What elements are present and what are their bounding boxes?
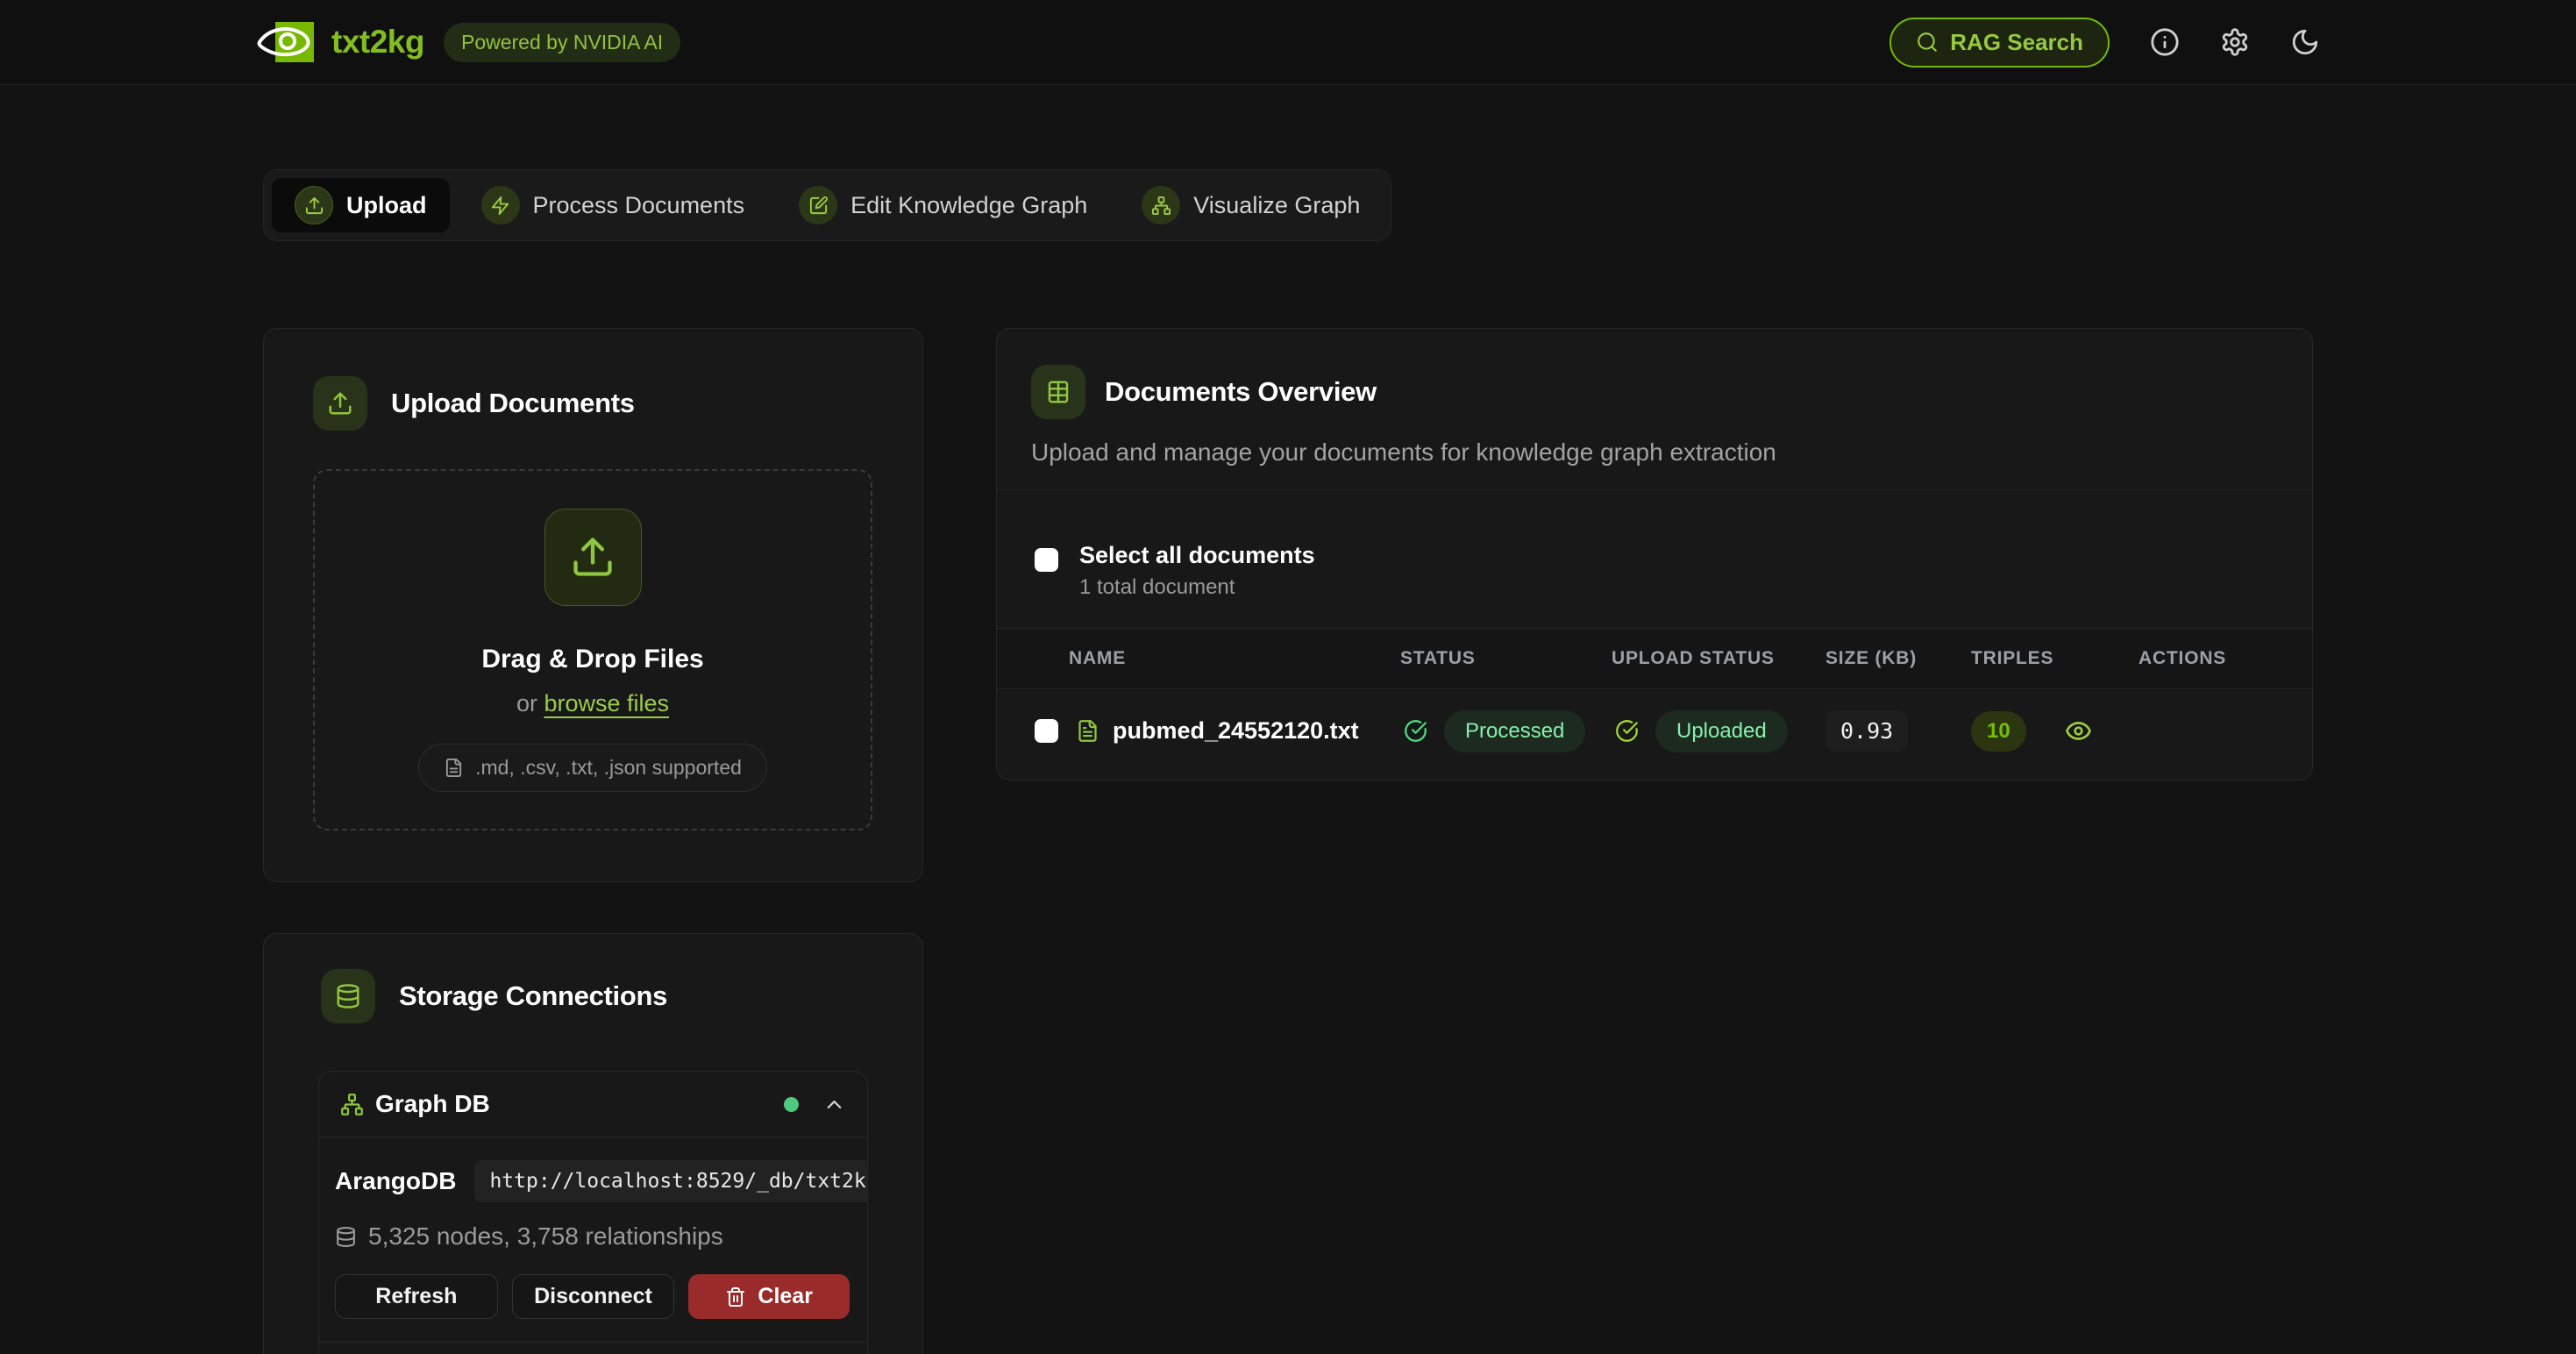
documents-card-subtitle: Upload and manage your documents for kno… bbox=[1031, 438, 2277, 467]
graph-db-details: ArangoDB http://localhost:8529/_db/txt2k… bbox=[319, 1137, 867, 1342]
graph-db-url: http://localhost:8529/_db/txt2kg bbox=[474, 1160, 868, 1202]
status-badge: Processed bbox=[1444, 710, 1585, 752]
column-name: NAME bbox=[1032, 648, 1400, 669]
graph-db-status-dot bbox=[784, 1097, 799, 1112]
storage-connections-card: Storage Connections Graph DB bbox=[263, 933, 923, 1354]
graph-db-stats-text: 5,325 nodes, 3,758 relationships bbox=[368, 1222, 723, 1251]
gear-icon bbox=[2220, 27, 2250, 57]
upload-status-badge: Uploaded bbox=[1655, 710, 1788, 752]
refresh-label: Refresh bbox=[375, 1284, 457, 1309]
select-all-checkbox[interactable] bbox=[1035, 548, 1058, 572]
tab-process-documents[interactable]: Process Documents bbox=[459, 178, 768, 232]
graph-db-provider: ArangoDB bbox=[335, 1167, 456, 1195]
rag-search-label: RAG Search bbox=[1950, 29, 2083, 56]
size-value: 0.93 bbox=[1825, 710, 1908, 752]
database-icon bbox=[335, 1226, 357, 1248]
db-connections-panel: Graph DB ArangoDB http://localhost:8529/… bbox=[318, 1071, 868, 1354]
info-icon bbox=[2150, 27, 2180, 57]
table-row: pubmed_24552120.txt Processed Uploaded 0… bbox=[997, 689, 2312, 773]
column-triples: TRIPLES bbox=[1971, 648, 2138, 669]
check-circle-icon bbox=[1404, 719, 1427, 743]
trash-icon bbox=[725, 1286, 746, 1308]
file-dropzone[interactable]: Drag & Drop Files or browse files .md, .… bbox=[313, 469, 872, 830]
clear-button[interactable]: Clear bbox=[688, 1274, 850, 1319]
dropzone-title: Drag & Drop Files bbox=[481, 645, 703, 674]
rag-search-button[interactable]: RAG Search bbox=[1889, 18, 2110, 68]
documents-table-header: NAME STATUS UPLOAD STATUS SIZE (KB) TRIP… bbox=[997, 628, 2312, 689]
disconnect-label: Disconnect bbox=[534, 1284, 652, 1309]
powered-badge: Powered by NVIDIA AI bbox=[444, 23, 680, 62]
triples-badge: 10 bbox=[1971, 711, 2026, 752]
disconnect-button[interactable]: Disconnect bbox=[512, 1274, 675, 1319]
view-tabbar: Upload Process Documents Edit Knowledge … bbox=[263, 169, 1391, 241]
table-icon bbox=[1031, 365, 1085, 419]
documents-overview-card: Documents Overview Upload and manage you… bbox=[996, 328, 2313, 780]
database-icon bbox=[321, 969, 375, 1023]
graph-db-stats: 5,325 nodes, 3,758 relationships bbox=[335, 1222, 850, 1251]
tab-visualize-graph-label: Visualize Graph bbox=[1193, 192, 1360, 219]
browse-files-link[interactable]: browse files bbox=[544, 690, 669, 716]
upload-documents-card: Upload Documents Drag & Drop Files or br… bbox=[263, 328, 923, 882]
divider bbox=[997, 489, 2312, 490]
tab-upload-label: Upload bbox=[346, 192, 427, 219]
column-actions: ACTIONS bbox=[2138, 648, 2277, 669]
vector-db-header[interactable]: Vector DB bbox=[319, 1342, 867, 1354]
storage-card-title: Storage Connections bbox=[399, 980, 667, 1012]
graph-db-header[interactable]: Graph DB bbox=[319, 1072, 867, 1137]
tab-edit-knowledge-graph-label: Edit Knowledge Graph bbox=[850, 192, 1087, 219]
select-all-label: Select all documents bbox=[1079, 542, 1315, 569]
moon-icon bbox=[2290, 27, 2320, 57]
supported-formats-pill: .md, .csv, .txt, .json supported bbox=[418, 744, 767, 792]
dropzone-subtitle: or browse files bbox=[516, 690, 669, 717]
file-icon bbox=[1076, 719, 1099, 743]
header-actions: RAG Search bbox=[1889, 18, 2320, 68]
zap-icon bbox=[481, 186, 520, 224]
total-documents-label: 1 total document bbox=[1079, 575, 1315, 600]
upload-icon bbox=[295, 186, 333, 224]
graph-db-title: Graph DB bbox=[375, 1090, 490, 1118]
tab-upload[interactable]: Upload bbox=[272, 178, 450, 232]
documents-card-title: Documents Overview bbox=[1105, 376, 1377, 408]
theme-toggle-button[interactable] bbox=[2290, 27, 2320, 57]
tab-edit-knowledge-graph[interactable]: Edit Knowledge Graph bbox=[776, 178, 1110, 232]
supported-formats-label: .md, .csv, .txt, .json supported bbox=[475, 756, 742, 780]
app-title: txt2kg bbox=[331, 24, 424, 61]
info-button[interactable] bbox=[2150, 27, 2180, 57]
upload-icon bbox=[313, 376, 367, 431]
refresh-button[interactable]: Refresh bbox=[335, 1274, 498, 1319]
view-document-button[interactable] bbox=[2065, 717, 2092, 745]
check-circle-icon bbox=[1615, 719, 1639, 743]
dropzone-or-text: or bbox=[516, 690, 544, 716]
column-status: STATUS bbox=[1400, 648, 1612, 669]
nvidia-logo bbox=[256, 22, 314, 62]
upload-icon bbox=[544, 509, 642, 606]
graph-icon bbox=[340, 1093, 364, 1116]
search-icon bbox=[1916, 31, 1939, 53]
app-header: txt2kg Powered by NVIDIA AI RAG Search bbox=[0, 0, 2576, 85]
column-size: SIZE (KB) bbox=[1825, 648, 1971, 669]
eye-icon bbox=[2065, 717, 2092, 745]
graph-icon bbox=[1142, 186, 1180, 224]
clear-label: Clear bbox=[758, 1284, 813, 1309]
column-upload-status: UPLOAD STATUS bbox=[1612, 648, 1825, 669]
tab-visualize-graph[interactable]: Visualize Graph bbox=[1119, 178, 1383, 232]
row-checkbox[interactable] bbox=[1035, 719, 1058, 743]
file-icon bbox=[444, 758, 464, 778]
edit-icon bbox=[799, 186, 837, 224]
document-name: pubmed_24552120.txt bbox=[1113, 717, 1359, 745]
tab-process-documents-label: Process Documents bbox=[533, 192, 745, 219]
settings-button[interactable] bbox=[2220, 27, 2250, 57]
chevron-up-icon[interactable] bbox=[822, 1093, 846, 1116]
upload-card-title: Upload Documents bbox=[391, 388, 635, 419]
